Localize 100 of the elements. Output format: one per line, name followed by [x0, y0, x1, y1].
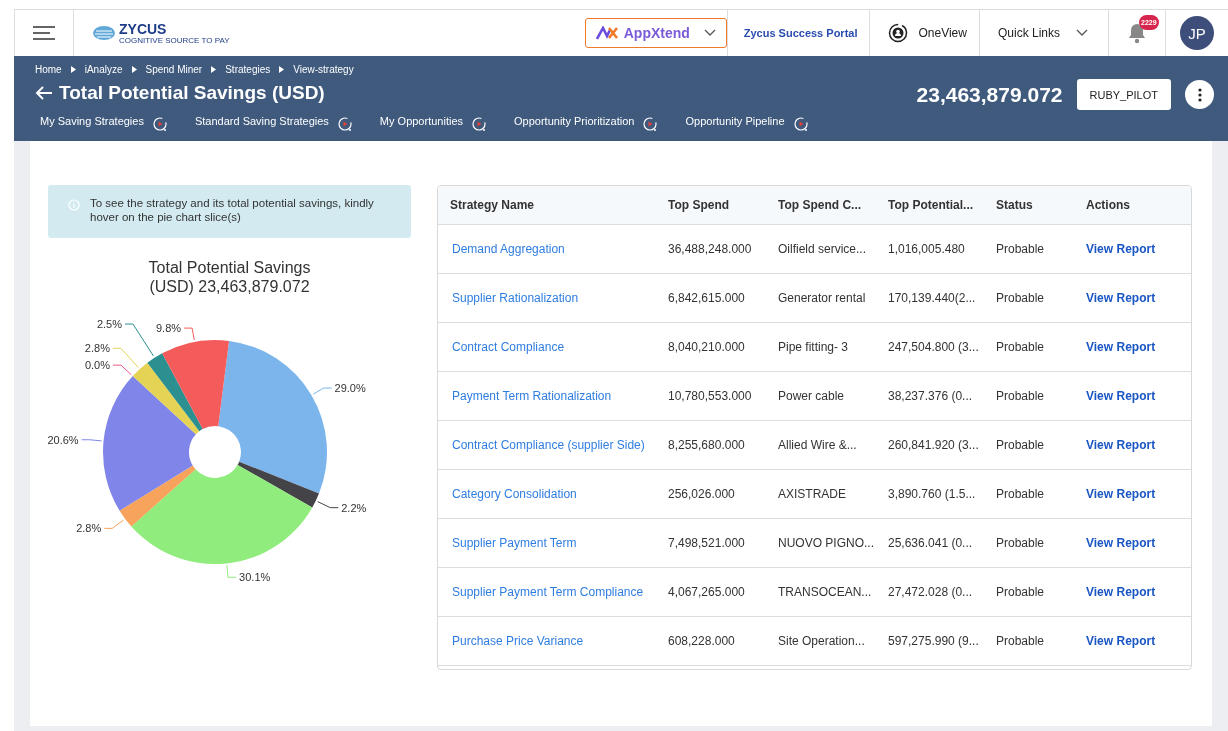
table-cell-text: Generator rental: [778, 291, 867, 305]
table-cell-text: 256,026.000: [668, 487, 736, 501]
play-help-icon: [472, 117, 487, 132]
table-cell-text: 27,472.028 (0...: [888, 585, 974, 599]
back-arrow-icon[interactable]: [35, 85, 53, 101]
table-cell-text: 3,890.760 (1.5...: [888, 487, 977, 501]
user-avatar[interactable]: JP: [1180, 16, 1214, 50]
table-cell-text: Site Operation...: [778, 634, 866, 648]
breadcrumb-link[interactable]: Strategies: [225, 64, 271, 75]
view-report-link[interactable]: View Report: [1086, 242, 1156, 256]
strategy-name-link[interactable]: Supplier Payment Term: [452, 536, 577, 550]
column-header: Status: [996, 198, 1034, 212]
strategy-tab[interactable]: My Saving Strategies: [40, 110, 168, 132]
leader-line: [183, 327, 195, 341]
view-report-link[interactable]: View Report: [1086, 634, 1156, 648]
data-label: 20.6%: [46, 433, 79, 446]
leader-line: [312, 387, 332, 395]
column-header: Strategy Name: [449, 198, 536, 212]
table-cell-text: 38,237.376 (0...: [888, 389, 974, 403]
column-header: Top Potential...: [888, 198, 975, 212]
more-vertical-icon: [1197, 87, 1202, 102]
strategy-name-link[interactable]: Contract Compliance: [452, 340, 565, 354]
pie-slice[interactable]: [130, 465, 312, 565]
table-cell-text: Probable: [996, 438, 1046, 452]
strategy-tab[interactable]: My Opportunities: [379, 110, 487, 132]
breadcrumb-link[interactable]: Home: [35, 64, 62, 75]
play-help-icon: [643, 117, 659, 132]
data-label: 2.8%: [75, 522, 101, 535]
info-message: To see the strategy and its total potential savings, kindly hover on the pie chart slice(s): [90, 196, 375, 225]
strategy-name-link[interactable]: Purchase Price Variance: [452, 634, 584, 648]
table-cell-text: Probable: [996, 487, 1046, 501]
table-cell-text: Probable: [996, 536, 1046, 550]
table-cell-text: Power cable: [778, 389, 846, 403]
strategy-name-link[interactable]: Payment Term Rationalization: [452, 389, 612, 403]
table-cell-text: Probable: [996, 585, 1046, 599]
app-switcher-dropdown[interactable]: AppXtend: [584, 18, 727, 48]
logo-tagline: COGNITIVE SOURCE TO PAY: [119, 36, 230, 45]
strategy-name-link[interactable]: Category Consolidation: [452, 487, 577, 501]
view-report-link[interactable]: View Report: [1086, 340, 1156, 354]
breadcrumb-link[interactable]: iAnalyze: [84, 64, 123, 75]
table-cell-text: Pipe fitting- 3: [778, 340, 850, 354]
table-cell-text: 1,016,005.480: [888, 242, 966, 256]
triangle-right-icon: [70, 66, 76, 73]
data-label: 2.5%: [96, 318, 122, 331]
table-cell-text: 597,275.990 (9...: [888, 634, 980, 648]
more-options-button[interactable]: [1185, 80, 1214, 109]
strategy-name-link[interactable]: Demand Aggregation: [452, 242, 565, 256]
table-cell-text: 247,504.800 (3...: [888, 340, 980, 354]
strategy-name-link[interactable]: Supplier Payment Term Compliance: [452, 585, 644, 599]
pie-slice[interactable]: [237, 461, 319, 508]
breadcrumb-link[interactable]: Spend Miner: [145, 64, 203, 75]
triangle-right-icon: [211, 66, 217, 73]
leader-line: [225, 565, 237, 578]
table-cell-text: 8,255,680.000: [668, 438, 746, 452]
view-report-link[interactable]: View Report: [1086, 487, 1156, 501]
strategy-tab[interactable]: Opportunity Prioritization: [514, 110, 659, 132]
logo-icon: [92, 25, 116, 41]
column-header: Actions: [1086, 198, 1131, 212]
strategy-name-link[interactable]: Contract Compliance (supplier Side): [452, 438, 645, 452]
play-help-icon: [152, 117, 168, 132]
user-button[interactable]: RUBY_PILOT: [1076, 79, 1171, 110]
triangle-right-icon: [131, 66, 137, 73]
table-cell-text: Probable: [996, 389, 1046, 403]
column-header: Top Spend C...: [778, 198, 863, 212]
strategy-tab[interactable]: Opportunity Pipeline: [685, 110, 809, 132]
table-cell-text: 7,498,521.000: [668, 536, 746, 550]
leader-line: [80, 439, 102, 442]
view-report-link[interactable]: View Report: [1086, 291, 1156, 305]
table-cell-text: NUOVO PIGNO...: [778, 536, 875, 550]
strategy-tab[interactable]: Standard Saving Strategies: [194, 110, 353, 132]
logo-text: ZYCUS: [119, 21, 168, 36]
strategy-name-link[interactable]: Supplier Rationalization: [452, 291, 579, 305]
ax-logo-icon: [595, 26, 618, 40]
view-report-link[interactable]: View Report: [1086, 389, 1156, 403]
info-icon: [68, 199, 80, 211]
table-cell-text: 36,488,248.000: [668, 242, 753, 256]
table-cell-text: 6,842,615.000: [668, 291, 746, 305]
table-cell-text: 4,067,265.000: [668, 585, 746, 599]
leader-line: [316, 501, 339, 509]
pie-slice[interactable]: [217, 341, 327, 494]
table-cell-text: Probable: [996, 291, 1046, 305]
chevron-down-icon: [703, 29, 716, 37]
chart-title: Total Potential Savings (USD) 23,463,879.072: [147, 257, 312, 297]
page-title: Total Potential Savings (USD): [59, 82, 325, 104]
chevron-down-icon: [1076, 29, 1088, 37]
menu-icon[interactable]: [32, 25, 56, 41]
table-cell-text: 608,228.000: [668, 634, 736, 648]
table-cell-text: 10,780,553.000: [668, 389, 753, 403]
leader-line: [103, 519, 124, 529]
data-label: 2.8%: [84, 342, 110, 355]
view-report-link[interactable]: View Report: [1086, 438, 1156, 452]
view-report-link[interactable]: View Report: [1086, 536, 1156, 550]
triangle-right-icon: [279, 66, 285, 73]
breadcrumb-link[interactable]: View-strategy: [293, 64, 354, 75]
total-savings-value: 23,463,879.072: [916, 82, 1063, 107]
view-report-link[interactable]: View Report: [1086, 585, 1156, 599]
data-label: 0.0%: [84, 359, 110, 372]
user-circle-icon: [888, 23, 909, 43]
table-cell-text: TRANSOCEAN...: [778, 585, 873, 599]
column-header: Top Spend: [668, 198, 731, 212]
